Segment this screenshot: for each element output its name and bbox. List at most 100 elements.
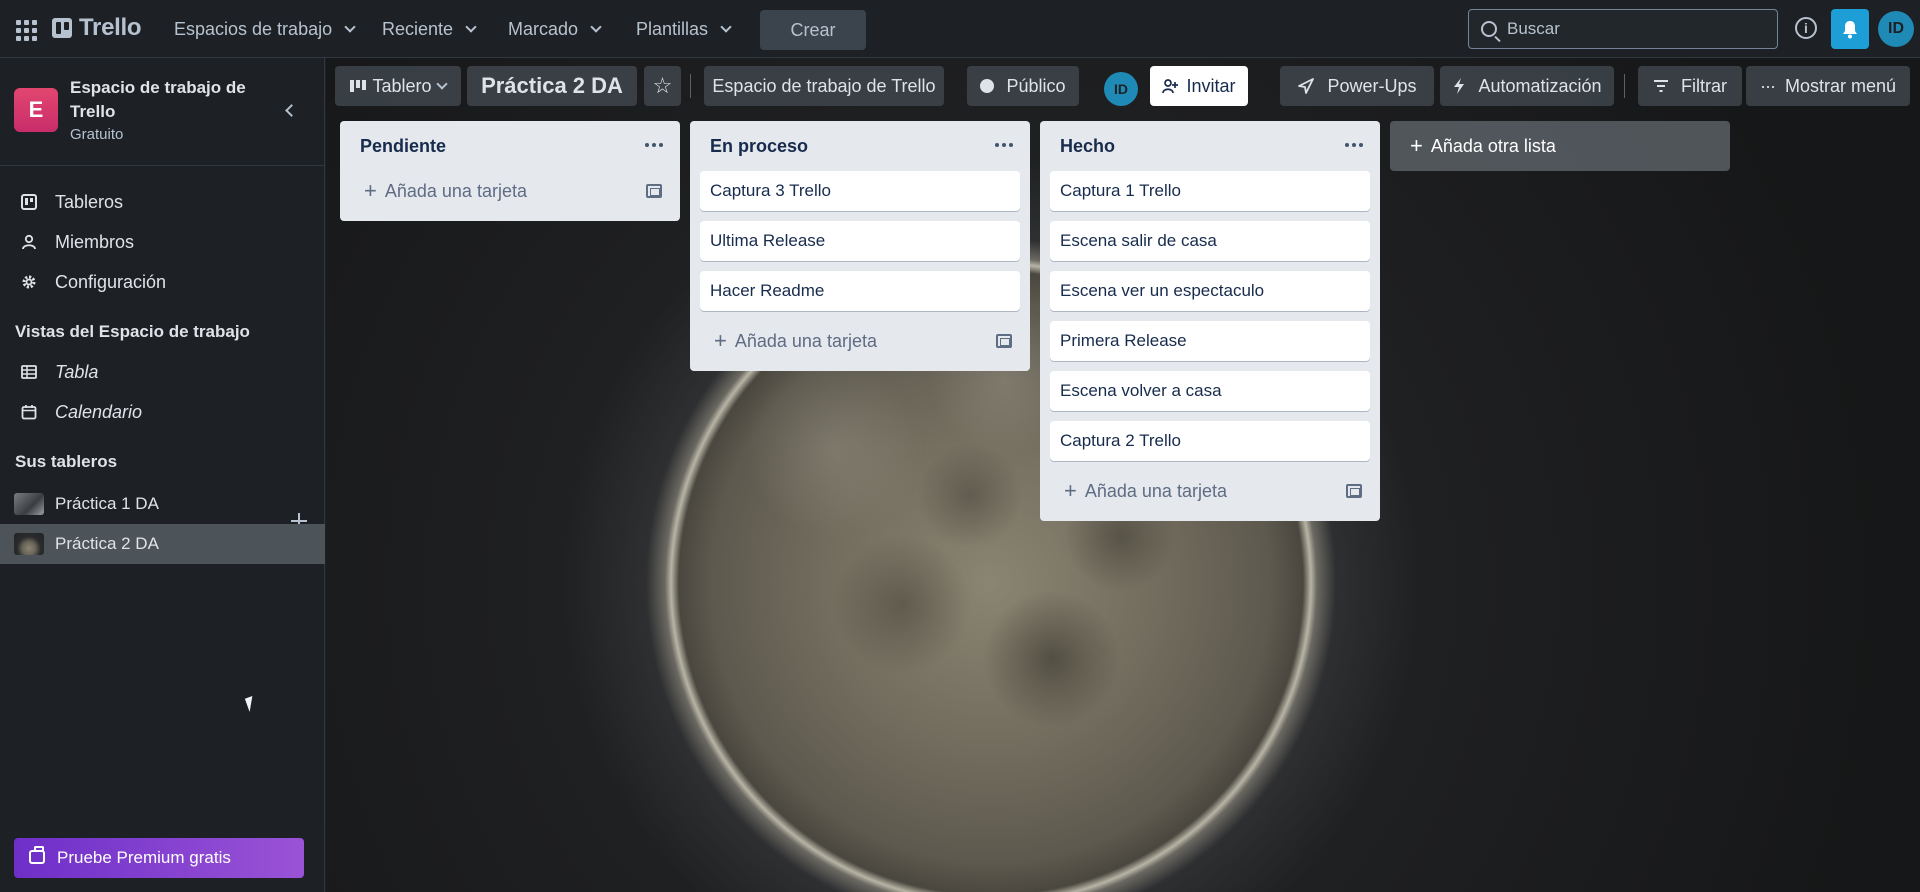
list-menu-icon[interactable] [642,134,666,156]
card[interactable]: Primera Release [1050,321,1370,361]
add-card-button[interactable]: + Añada una tarjeta [700,321,1020,361]
list-title[interactable]: En proceso [700,121,1020,171]
list-title-text: Pendiente [360,135,447,156]
list-title[interactable]: Hecho [1050,121,1370,171]
filter-button[interactable]: Filtrar [1638,66,1742,106]
lightning-icon [1454,78,1465,94]
top-navigation-bar: Trello Espacios de trabajo Reciente Marc… [0,0,1920,58]
card-template-icon[interactable] [996,334,1012,348]
invite-button[interactable]: Invitar [1150,66,1248,106]
sidebar-item-label: Tabla [55,361,99,382]
board-icon [21,194,37,210]
board-view-icon [350,80,367,92]
list-in-progress: En proceso Captura 3 Trello Ultima Relea… [690,121,1030,371]
sidebar-item-settings[interactable]: Configuración [0,262,325,302]
filter-label: Filtrar [1681,75,1727,96]
menu-starred[interactable]: Marcado [508,12,602,46]
more-horizontal-icon: ··· [1759,75,1776,96]
search-input[interactable] [1507,19,1747,39]
automation-button[interactable]: Automatización [1440,66,1614,106]
board-header: Tablero Práctica 2 DA ☆ Espacio de traba… [326,58,1920,114]
globe-icon [980,79,995,93]
chevron-down-icon [344,20,356,33]
add-list-button[interactable]: + Añada otra lista [1390,121,1730,171]
show-menu-button[interactable]: ··· Mostrar menú [1746,66,1910,106]
sidebar-item-table[interactable]: Tabla [0,352,325,392]
trello-logo[interactable]: Trello [52,14,142,42]
sidebar-item-label: Miembros [55,231,135,252]
info-icon[interactable]: i [1795,17,1817,39]
plus-icon: + [1064,478,1077,503]
board-title[interactable]: Práctica 2 DA [467,66,637,106]
workspace-name[interactable]: Espacio de trabajo de Trello [70,76,260,124]
add-card-button[interactable]: + Añada una tarjeta [1050,471,1370,511]
list-title[interactable]: Pendiente [350,121,670,171]
board-view-label: Tablero [372,75,432,96]
sidebar-item-label: Calendario [55,401,143,422]
chevron-down-icon [720,20,732,33]
notifications-button[interactable] [1831,9,1869,49]
menu-workspaces[interactable]: Espacios de trabajo [174,12,356,46]
user-avatar[interactable]: ID [1878,11,1914,47]
add-card-label: Añada una tarjeta [1084,480,1227,501]
card-template-icon[interactable] [646,184,662,198]
sidebar-board-practica-2[interactable]: Práctica 2 DA [0,524,325,564]
board-visibility-button[interactable]: Público [967,66,1079,106]
plus-icon: + [364,178,377,203]
sidebar-item-members[interactable]: Miembros [0,222,325,262]
list-menu-icon[interactable] [992,134,1016,156]
add-person-icon [1162,79,1179,94]
power-ups-button[interactable]: Power-Ups [1280,66,1434,106]
app-switcher-icon[interactable] [14,18,37,41]
mouse-cursor [244,696,258,712]
trello-logo-icon [52,18,72,38]
menu-recent[interactable]: Reciente [382,12,477,46]
chevron-down-icon [465,20,477,33]
add-card-button[interactable]: + Añada una tarjeta [350,171,670,211]
card[interactable]: Captura 2 Trello [1050,421,1370,461]
table-icon [21,365,37,379]
add-card-label: Añada una tarjeta [734,330,877,351]
sidebar-item-calendar[interactable]: Calendario [0,392,325,432]
card[interactable]: Ultima Release [700,221,1020,261]
menu-templates[interactable]: Plantillas [636,12,732,46]
list-pending: Pendiente + Añada una tarjeta [340,121,680,221]
bell-icon [1843,21,1857,39]
plus-icon: + [714,328,727,353]
menu-templates-label: Plantillas [636,18,709,39]
card[interactable]: Captura 1 Trello [1050,171,1370,211]
card[interactable]: Escena salir de casa [1050,221,1370,261]
board-member-avatar[interactable]: ID [1104,72,1138,106]
collapse-sidebar-button[interactable] [278,99,300,121]
card[interactable]: Escena volver a casa [1050,371,1370,411]
board-view-switcher[interactable]: Tablero [335,66,461,106]
menu-workspaces-label: Espacios de trabajo [174,18,333,39]
sidebar-board-practica-1[interactable]: Práctica 1 DA [0,484,325,524]
card[interactable]: Hacer Readme [700,271,1020,311]
chevron-down-icon [435,77,448,90]
sidebar-item-boards[interactable]: Tableros [0,182,325,222]
search-box[interactable] [1468,9,1778,49]
your-boards-heading: Sus tableros [15,452,118,471]
card-template-icon[interactable] [1346,484,1362,498]
sidebar-item-label: Configuración [55,271,167,292]
card[interactable]: Captura 3 Trello [700,171,1020,211]
list-menu-icon[interactable] [1342,134,1366,156]
board-thumbnail [14,493,44,515]
sidebar-board-label: Práctica 1 DA [55,494,159,513]
star-board-button[interactable]: ☆ [644,66,681,106]
board-canvas: Tablero Práctica 2 DA ☆ Espacio de traba… [326,58,1920,892]
menu-starred-label: Marcado [508,18,579,39]
workspace-header: E Espacio de trabajo de Trello Gratuito [0,58,325,166]
rocket-icon [1298,78,1315,94]
power-ups-label: Power-Ups [1327,75,1417,96]
automation-label: Automatización [1478,75,1602,96]
sidebar-board-label: Práctica 2 DA [55,534,159,553]
create-button[interactable]: Crear [760,10,866,50]
card[interactable]: Escena ver un espectaculo [1050,271,1370,311]
workspace-avatar[interactable]: E [14,88,58,132]
add-list-label: Añada otra lista [1430,135,1556,156]
try-premium-label: Pruebe Premium gratis [57,848,231,867]
try-premium-button[interactable]: Pruebe Premium gratis [14,838,304,878]
workspace-visibility-button[interactable]: Espacio de trabajo de Trello [704,66,944,106]
